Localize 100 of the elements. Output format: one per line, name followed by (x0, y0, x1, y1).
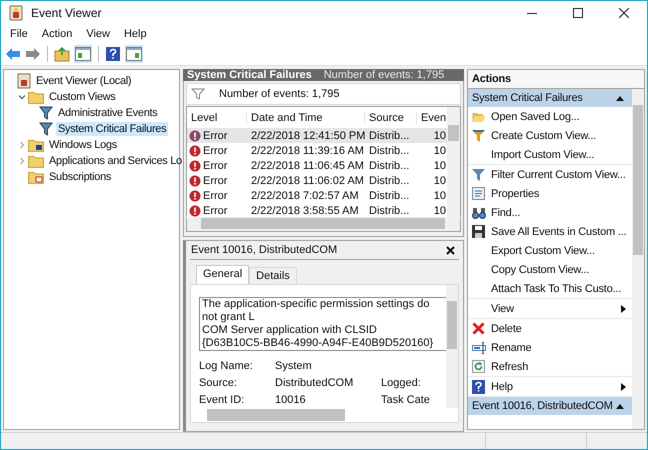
properties-icon (472, 187, 485, 200)
pane-action-link[interactable]: Filter Current Custom View... (468, 165, 632, 184)
table-cell-text: 2/22/2018 11:39:16 AM (250, 144, 365, 156)
close-icon[interactable] (619, 8, 629, 18)
table-row[interactable]: Error 2/22/2018 7:02:57 AM Distrib... 10 (187, 188, 447, 203)
collapse-arrow-icon[interactable] (616, 404, 624, 408)
event-count: Number of events: 1,795 (324, 69, 444, 81)
table-cell: Error (203, 190, 228, 202)
collapse-chevron-icon[interactable] (18, 93, 26, 101)
section-header[interactable]: System Critical Failures (468, 89, 632, 107)
column-header[interactable]: Date and Time (247, 112, 365, 124)
menu-item[interactable]: Action (34, 28, 80, 40)
close-icon[interactable] (446, 246, 455, 254)
table-cell-text: Distrib... (368, 204, 410, 216)
section-header[interactable]: Event 10016, DistributedCOM (468, 397, 632, 415)
table-row[interactable]: Error 2/22/2018 3:58:55 AM Distrib... 10 (187, 203, 447, 217)
tab[interactable]: Details (249, 267, 297, 284)
table-cell-text: 10 (432, 190, 447, 202)
pane-action-link[interactable]: Attach Task To This Custo... (468, 279, 632, 298)
field-label: Task Cate (381, 394, 430, 406)
table-row[interactable]: Error 2/22/2018 11:39:16 AM Distrib... 10 (187, 143, 447, 158)
folder-icon (28, 138, 44, 152)
back-arrow-icon[interactable] (5, 47, 21, 61)
field-value: DistributedCOM (275, 376, 354, 388)
error-icon (189, 130, 201, 142)
error-icon (189, 190, 201, 202)
tree-item[interactable]: Administrative Events (56, 106, 160, 120)
folder-up-icon[interactable] (54, 46, 70, 62)
pane-title: Actions (468, 70, 644, 89)
field-label: Log Name: (199, 360, 254, 372)
funnel-icon (472, 168, 485, 180)
open-folder-icon (472, 110, 486, 122)
pane-action-link[interactable]: Refresh (468, 357, 632, 376)
menu-item[interactable]: Help (116, 28, 154, 40)
tree-item[interactable]: Windows Logs (47, 138, 119, 152)
pane-action-link[interactable]: Delete (468, 319, 632, 338)
tree-item[interactable]: Event Viewer (Local) (34, 74, 134, 88)
table-row[interactable]: Error 2/22/2018 11:06:45 AM Distrib... 10 (187, 158, 447, 173)
table-cell-text: 10 (432, 144, 447, 156)
tree-item[interactable]: Applications and Services Lo (47, 154, 184, 168)
pane-action-link[interactable]: Rename (468, 338, 632, 357)
folder-icon (28, 90, 44, 104)
expand-chevron-icon[interactable] (18, 157, 26, 165)
subscription-folder-icon (28, 170, 44, 184)
event-title: Event 10016, DistributedCOM (191, 244, 338, 256)
vertical-scrollbar[interactable] (447, 107, 460, 217)
tree-item[interactable]: Subscriptions (47, 170, 114, 184)
funnel-icon (39, 122, 53, 136)
refresh-icon (472, 360, 485, 373)
table-row[interactable]: Error 2/22/2018 12:41:50 PM Distrib... 10 (187, 128, 447, 143)
delete-icon (472, 322, 485, 335)
menu-item[interactable]: File (3, 28, 35, 40)
collapse-arrow-icon[interactable] (616, 96, 624, 100)
pane-action-link[interactable]: View (468, 299, 632, 318)
table-row[interactable]: Error 2/22/2018 11:06:02 AM Distrib... 10 (187, 173, 447, 188)
column-header[interactable]: Level (187, 112, 247, 124)
tree-item[interactable]: Custom Views (47, 90, 118, 104)
funnel-icon (472, 130, 485, 142)
action-pane-toggle[interactable] (125, 45, 143, 63)
pane-action-link[interactable]: Copy Custom View... (468, 260, 632, 279)
table-cell-text: Distrib... (368, 130, 410, 142)
error-icon (189, 144, 201, 156)
field-label: Source: (199, 376, 238, 388)
pane-action-link[interactable]: Create Custom View... (468, 126, 632, 145)
pane-action-link[interactable]: Export Custom View... (468, 241, 632, 260)
pane-action-link[interactable]: Open Saved Log... (468, 107, 632, 126)
table-cell: Error (203, 130, 228, 142)
binoculars-icon (472, 206, 486, 218)
help-icon[interactable] (105, 46, 121, 62)
tab[interactable]: General (196, 265, 250, 284)
pane-action-link[interactable]: Help (468, 377, 632, 396)
app-icon (9, 5, 23, 21)
horizontal-scrollbar[interactable] (190, 408, 459, 423)
pane-action-link[interactable]: Properties (468, 184, 632, 203)
table-cell-text: 10 (432, 130, 447, 142)
funnel-icon (191, 88, 205, 100)
horizontal-scrollbar[interactable] (186, 218, 461, 232)
vertical-scrollbar[interactable] (446, 285, 458, 408)
event-description: The application-specific permission settings do not grant L COM Server application with CLSID {D63B10C5-BB46-4990-A94F-E40B9D520160} (199, 297, 446, 351)
forward-arrow-icon[interactable] (25, 47, 41, 61)
table-cell-text: 2/22/2018 7:02:57 AM (250, 190, 360, 202)
pane-action-link[interactable]: Find... (468, 203, 632, 222)
maximize-icon[interactable] (573, 8, 583, 18)
menu-item[interactable]: View (79, 28, 117, 40)
column-header[interactable]: Source (365, 112, 417, 124)
expand-chevron-icon[interactable] (18, 141, 26, 149)
pane-action-link[interactable]: Import Custom View... (468, 145, 632, 164)
vertical-scrollbar[interactable] (632, 89, 644, 429)
table-cell-text: Distrib... (368, 160, 410, 172)
table-cell: Error (203, 204, 228, 216)
table-cell-text: 10 (432, 160, 447, 172)
pane-action-link[interactable]: Save All Events in Custom ... (468, 222, 632, 241)
table-cell-text: 2/22/2018 11:06:02 AM (250, 174, 365, 186)
table-cell-text: 10 (432, 174, 447, 186)
table-cell-text: Distrib... (368, 174, 410, 186)
tree-item[interactable]: System Critical Failures (56, 122, 168, 136)
table-cell: Error (203, 174, 228, 186)
filter-summary: Number of events: 1,795 (219, 88, 340, 100)
window-title: Event Viewer (31, 6, 102, 20)
console-tree-toggle[interactable] (74, 45, 92, 63)
